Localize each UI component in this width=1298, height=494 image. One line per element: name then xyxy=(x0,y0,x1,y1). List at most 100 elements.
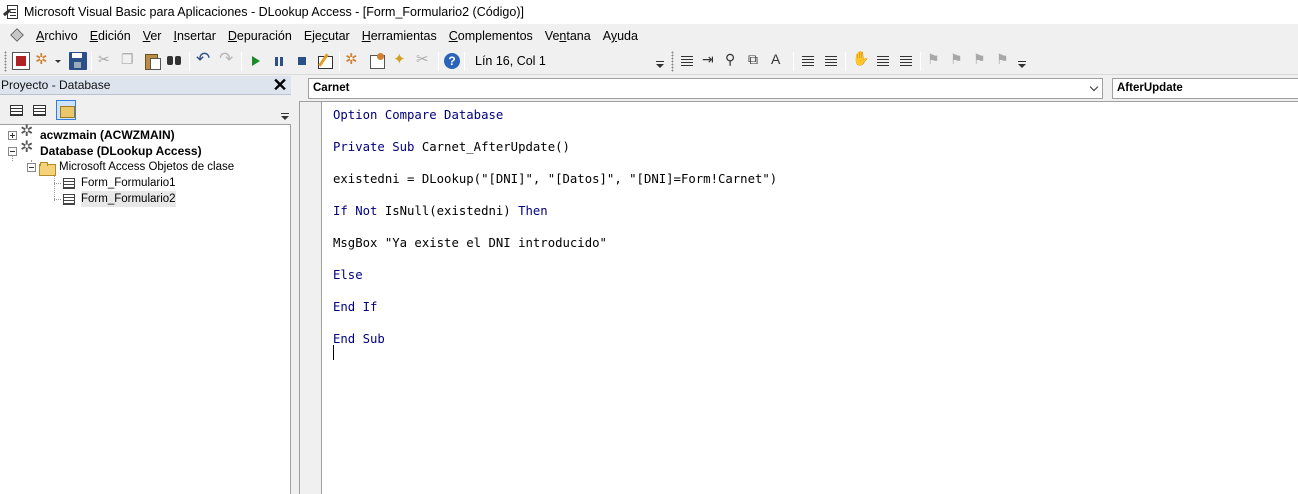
save-icon[interactable] xyxy=(69,52,87,70)
code-line-15[interactable]: End Sub xyxy=(333,331,385,347)
code-line-7[interactable]: If Not IsNull(existedni) Then xyxy=(333,203,548,219)
view-object-icon[interactable] xyxy=(29,100,49,120)
tree-node-database[interactable]: Database (DLookup Access) xyxy=(8,140,202,159)
tree-node-form-formulario1[interactable]: Form_Formulario1 xyxy=(63,175,176,191)
cursor-position-status: Lín 16, Col 1 xyxy=(475,54,546,68)
collapse-icon[interactable] xyxy=(8,146,17,156)
toggle-bookmark-icon[interactable] xyxy=(926,51,944,70)
parameter-info-icon[interactable] xyxy=(747,51,765,70)
project-tree: acwzmain (ACWZMAIN) Database (DLookup Ac… xyxy=(0,124,291,494)
tree-connector xyxy=(54,199,61,200)
toolbar-separator xyxy=(793,52,794,71)
tree-connector xyxy=(54,183,61,184)
menu-ventana[interactable]: Ventana xyxy=(539,24,597,48)
tree-node-label: acwzmain (ACWZMAIN) xyxy=(40,128,175,142)
toolbox-icon[interactable] xyxy=(415,50,433,70)
menu-insertar[interactable]: Insertar xyxy=(167,24,221,48)
undo-icon[interactable] xyxy=(195,49,213,70)
object-combo-value: Carnet xyxy=(313,82,350,94)
form-module-icon xyxy=(63,193,75,205)
properties-window-icon[interactable] xyxy=(368,52,386,70)
clear-bookmarks-icon[interactable] xyxy=(995,51,1013,70)
previous-bookmark-icon[interactable] xyxy=(972,51,990,70)
view-code-icon[interactable] xyxy=(6,100,26,120)
toolbar-separator xyxy=(845,52,846,71)
outdent-icon[interactable] xyxy=(822,52,840,70)
code-line-1[interactable]: Option Compare Database xyxy=(333,107,503,123)
code-line-11[interactable]: Else xyxy=(333,267,363,283)
view-access-icon[interactable] xyxy=(12,52,30,70)
tree-connector xyxy=(54,174,55,201)
project-explorer-title: Proyecto - Database xyxy=(1,78,111,92)
cut-icon[interactable] xyxy=(97,51,115,70)
menu-depuracion[interactable]: Depuración xyxy=(222,24,298,48)
break-icon[interactable] xyxy=(270,52,288,70)
menu-ejecutar[interactable]: Ejecutar xyxy=(298,24,356,48)
procedure-combo[interactable]: AfterUpdate xyxy=(1112,78,1298,99)
vba-project-icon xyxy=(20,140,36,159)
project-explorer-toolbar xyxy=(0,96,291,124)
insert-dropdown-icon[interactable] xyxy=(55,52,63,70)
find-icon[interactable] xyxy=(166,52,184,70)
toolbar-grip[interactable] xyxy=(4,51,7,72)
chevron-down-icon[interactable] xyxy=(1089,82,1099,92)
close-icon[interactable]: ✕ xyxy=(270,76,290,94)
menu-ayuda[interactable]: Ayuda xyxy=(597,24,644,48)
copy-icon[interactable] xyxy=(120,51,138,70)
toolbar-separator xyxy=(91,52,92,71)
tree-node-label: Microsoft Access Objetos de clase xyxy=(59,161,235,173)
quick-info-icon[interactable] xyxy=(724,51,742,70)
toggle-breakpoint-icon[interactable] xyxy=(851,50,869,70)
title-bar: Microsoft Visual Basic para Aplicaciones… xyxy=(0,0,1298,24)
code-line-13[interactable]: End If xyxy=(333,299,377,315)
menu-herramientas[interactable]: Herramientas xyxy=(356,24,443,48)
run-icon[interactable] xyxy=(247,52,265,70)
toolbar-grip[interactable] xyxy=(671,51,674,72)
paste-icon[interactable] xyxy=(143,52,161,70)
reset-icon[interactable] xyxy=(293,52,311,70)
insert-userform-icon[interactable] xyxy=(35,50,53,70)
project-explorer-icon[interactable] xyxy=(345,50,363,70)
design-mode-icon[interactable] xyxy=(316,52,334,70)
tree-node-label: Form_Formulario2 xyxy=(81,191,176,207)
toolbar-options-icon[interactable] xyxy=(279,100,290,124)
tree-node-form-formulario2[interactable]: Form_Formulario2 xyxy=(63,191,176,207)
menu-edicion[interactable]: Edición xyxy=(84,24,137,48)
toolbar-separator xyxy=(189,52,190,71)
complete-word-icon[interactable] xyxy=(770,51,788,70)
code-line-5[interactable]: existedni = DLookup("[DNI]", "[Datos]", … xyxy=(333,171,777,187)
menu-complementos[interactable]: Complementos xyxy=(443,24,539,48)
code-editor[interactable]: Option Compare Database Private Sub Carn… xyxy=(299,101,1298,494)
text-caret xyxy=(333,345,334,360)
help-icon[interactable] xyxy=(443,52,461,70)
uncomment-block-icon[interactable] xyxy=(897,52,915,70)
expand-icon[interactable] xyxy=(8,130,17,140)
vba-app-icon xyxy=(2,3,21,21)
toolbar-options-icon[interactable] xyxy=(1017,50,1027,72)
menu-archivo[interactable]: Archivo xyxy=(30,24,84,48)
list-constants-icon[interactable] xyxy=(701,51,719,70)
menu-ver[interactable]: Ver xyxy=(137,24,168,48)
indent-icon[interactable] xyxy=(799,52,817,70)
code-line-3[interactable]: Private Sub Carnet_AfterUpdate() xyxy=(333,139,570,155)
code-line-9[interactable]: MsgBox "Ya existe el DNI introducido" xyxy=(333,235,607,251)
tree-node-class-objects-folder[interactable]: Microsoft Access Objetos de clase xyxy=(27,159,235,176)
toggle-folders-icon[interactable] xyxy=(56,100,76,120)
form-module-icon xyxy=(63,177,75,189)
project-explorer-header: Proyecto - Database ✕ xyxy=(0,76,291,95)
access-view-icon[interactable] xyxy=(10,27,24,45)
object-combo[interactable]: Carnet xyxy=(308,78,1103,99)
redo-icon[interactable] xyxy=(218,49,236,70)
next-bookmark-icon[interactable] xyxy=(949,51,967,70)
list-properties-icon[interactable] xyxy=(678,52,696,70)
toolbar-separator xyxy=(438,52,439,71)
comment-block-icon[interactable] xyxy=(874,52,892,70)
panel-splitter[interactable] xyxy=(291,76,299,494)
menu-bar: Archivo Edición Ver Insertar Depuración … xyxy=(0,24,1298,48)
collapse-icon[interactable] xyxy=(27,162,36,172)
margin-indicator-bar[interactable] xyxy=(300,102,322,494)
folder-icon xyxy=(39,161,56,176)
procedure-combo-value: AfterUpdate xyxy=(1117,82,1183,94)
object-browser-icon[interactable] xyxy=(392,50,410,70)
toolbar-separator xyxy=(241,52,242,71)
